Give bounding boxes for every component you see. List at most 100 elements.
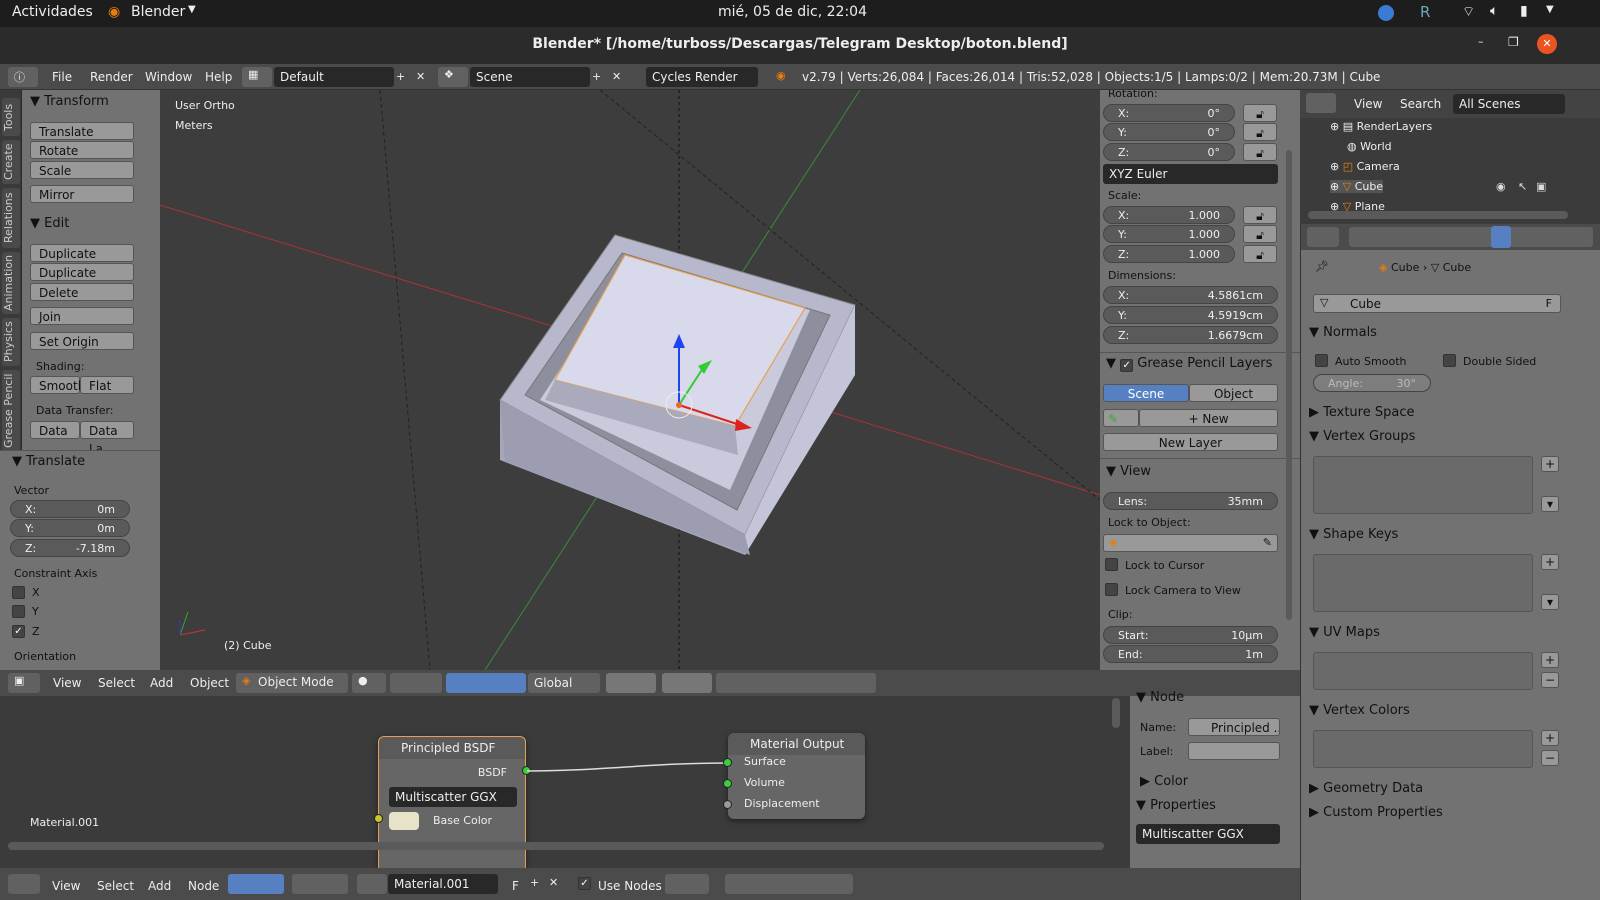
outliner-hscrollbar[interactable] [1308,211,1568,219]
add-screen-icon[interactable]: + [396,70,405,83]
gp-datablock-icon[interactable]: ✎ [1103,409,1139,427]
vertex-groups-header[interactable]: ▼ Vertex Groups [1309,429,1415,444]
pivot-point-icon[interactable] [390,673,442,693]
select-menu[interactable]: Select [98,673,135,693]
outliner-item[interactable]: ◍ World [1347,140,1392,153]
scene-field[interactable]: Scene [470,67,590,87]
mesh-datablock-field[interactable]: ▽ Cube F [1313,294,1561,313]
material-output-title[interactable]: Material Output [728,733,865,755]
dimension-x-field[interactable]: X: 4.5861cm [1103,286,1278,304]
select-cursor-icon[interactable]: ↖ [1518,180,1527,193]
snap-node-icons[interactable] [725,874,853,894]
transform-panel-header[interactable]: ▼ Transform [30,94,109,109]
texture-space-header[interactable]: ▶ Texture Space [1309,405,1414,420]
layers-grid-1[interactable] [606,673,656,693]
properties-panel-header[interactable]: ▼ Properties [1136,798,1216,813]
scale-z-field[interactable]: Z: 1.000 [1103,245,1235,263]
scale-y-field[interactable]: Y: 1.000 [1103,225,1235,243]
gp-new-layer-button[interactable]: New Layer [1103,433,1278,451]
volume-socket[interactable] [723,779,732,788]
vector-z-field[interactable]: Z: -7.18m [10,539,130,557]
uv-maps-header[interactable]: ▼ UV Maps [1309,625,1380,640]
tray-app-icon[interactable]: R [1420,3,1430,21]
gp-new-button[interactable]: + New [1139,409,1278,427]
tab-tools[interactable]: Tools [2,98,20,136]
context-tabs[interactable] [1349,227,1593,247]
tab-relations[interactable]: Relations [2,188,20,248]
fake-user-button[interactable]: F [512,876,519,896]
grease-pencil-layers-header[interactable]: ▼ ✓ Grease Pencil Layers [1106,356,1272,372]
vertex-colors-header[interactable]: ▼ Vertex Colors [1309,703,1410,718]
node-distribution-select[interactable]: Multiscatter GGX [1136,824,1280,844]
rotation-z-field[interactable]: Z: 0° [1103,143,1235,161]
manipulator-toggles[interactable] [446,673,526,693]
shape-keys-list[interactable] [1313,554,1533,612]
translate-operator-header[interactable]: ▼ Translate [12,454,85,469]
editor-type-node-icon[interactable] [8,874,40,894]
vertex-groups-list[interactable] [1313,456,1533,514]
lock-rotation-y-icon[interactable]: 🔓︎ [1243,123,1277,141]
clip-start-field[interactable]: Start: 10µm [1103,626,1278,644]
node-tree-type-icons[interactable] [228,874,284,894]
smooth-button[interactable]: Smooth [30,376,85,394]
material-output-node[interactable]: Material Output Surface Volume Displacem… [728,733,865,819]
pin-icons[interactable] [665,874,709,894]
join-button[interactable]: Join [30,307,134,325]
lock-rotation-x-icon[interactable]: 🔓︎ [1243,104,1277,122]
app-indicator-icon[interactable] [1378,5,1394,21]
vector-y-field[interactable]: Y: 0m [10,519,130,537]
close-icon[interactable]: ✕ [1537,34,1557,54]
editor-type-3d-icon[interactable]: ▣ [8,673,40,693]
shape-keys-header[interactable]: ▼ Shape Keys [1309,527,1398,542]
vertex-colors-list[interactable] [1313,730,1533,768]
node-name-field[interactable]: Principled ... [1188,718,1280,736]
outliner-view-menu[interactable]: View [1354,94,1382,114]
geometry-data-header[interactable]: ▶ Geometry Data [1309,781,1423,796]
node-panel-header[interactable]: ▼ Node [1136,690,1184,705]
editor-type-icon[interactable]: ⓘ [8,67,38,87]
remove-uv-map-icon[interactable]: − [1541,672,1559,688]
visibility-eye-icon[interactable]: ◉ [1496,180,1506,193]
menu-help[interactable]: Help [205,67,232,87]
unlink-material-icon[interactable]: ✕ [549,876,558,889]
npanel-scrollbar[interactable] [1286,150,1292,620]
node-vertical-scrollbar[interactable] [1112,698,1120,728]
vector-x-field[interactable]: X: 0m [10,500,130,518]
custom-properties-header[interactable]: ▶ Custom Properties [1309,805,1443,820]
rotation-mode-select[interactable]: XYZ Euler [1103,164,1278,184]
system-menu-chevron-icon[interactable]: ▼ [1546,4,1554,15]
gp-scene-tab[interactable]: Scene [1103,384,1189,402]
viewport-scene[interactable] [160,90,1100,670]
shape-key-menu-icon[interactable]: ▾ [1541,594,1559,610]
scale-button[interactable]: Scale [30,161,134,179]
mode-select[interactable]: ◈ Object Mode [236,673,348,693]
material-name-field[interactable]: Material.001 [388,874,498,894]
delete-scene-icon[interactable]: ✕ [612,70,621,83]
node-add-menu[interactable]: Add [148,876,171,896]
dimension-y-field[interactable]: Y: 4.5919cm [1103,306,1278,324]
auto-smooth-angle-field[interactable]: Angle: 30° [1313,374,1431,392]
clip-end-field[interactable]: End: 1m [1103,645,1278,663]
constraint-y-checkbox[interactable] [12,605,25,618]
activities-button[interactable]: Actividades [12,4,93,20]
tab-physics[interactable]: Physics [2,318,20,366]
rotation-y-field[interactable]: Y: 0° [1103,123,1235,141]
outliner-item[interactable]: ⊕ ◰ Camera [1330,160,1400,173]
layers-grid-2[interactable] [662,673,712,693]
node-label-field[interactable] [1188,742,1280,760]
node-horizontal-scrollbar[interactable] [8,842,1104,850]
render-camera-icon[interactable]: ▣ [1536,180,1546,193]
normals-panel-header[interactable]: ▼ Normals [1309,325,1377,340]
add-scene-icon[interactable]: + [592,70,601,83]
app-menu-button[interactable]: Blender [131,4,185,20]
pin-icon[interactable]: 📌︎ [1315,260,1329,273]
3d-viewport[interactable]: User Ortho Meters (2) Cube [160,90,1100,670]
data-layout-button[interactable]: Data La [80,421,134,456]
render-engine-select[interactable]: Cycles Render [646,67,758,87]
minimize-icon[interactable]: – [1478,35,1484,48]
lock-scale-y-icon[interactable]: 🔓︎ [1243,225,1277,243]
outliner-display-select[interactable]: All Scenes [1453,94,1565,114]
tab-grease-pencil[interactable]: Grease Pencil [2,370,20,452]
battery-icon[interactable]: ▮ [1520,3,1528,19]
remove-vertex-color-icon[interactable]: − [1541,750,1559,766]
